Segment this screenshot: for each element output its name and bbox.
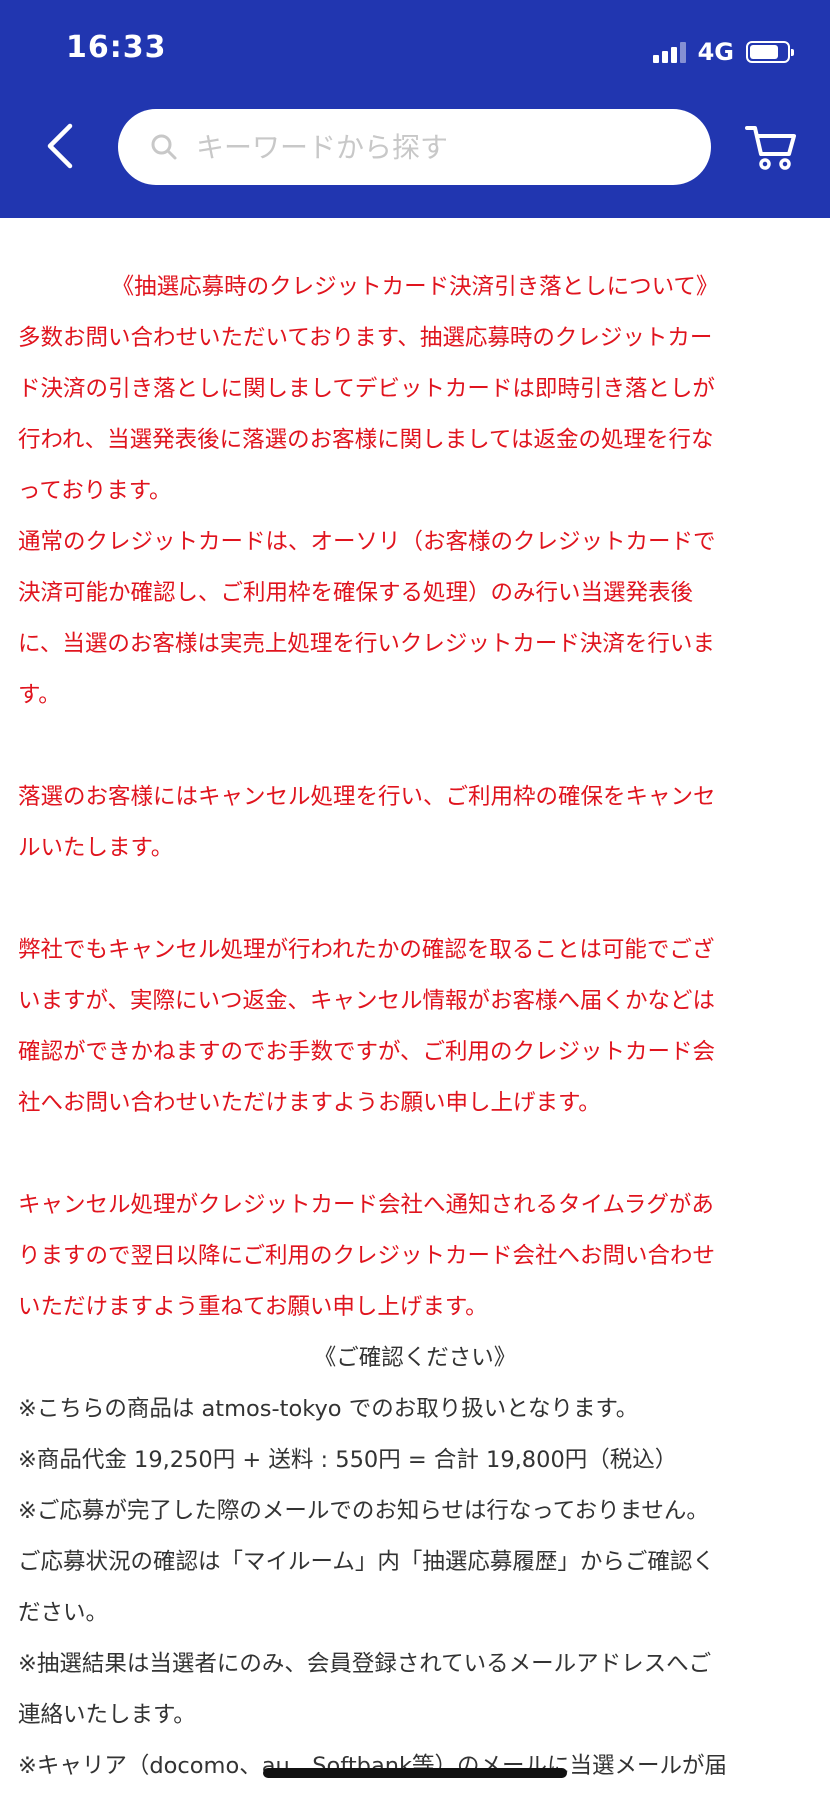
notice-line: ド決済の引き落としに関しましてデビットカードは即時引き落としが [18, 376, 715, 402]
status-time: 16:33 [66, 30, 167, 65]
notice-line: に、当選のお客様は実売上処理を行いクレジットカード決済を行いま [18, 631, 715, 657]
notice-line: 多数お問い合わせいただいております、抽選応募時のクレジットカー [18, 325, 713, 351]
search-icon [151, 134, 177, 160]
product-description: 《抽選応募時のクレジットカード決済引き落としについて》 多数お問い合わせいただい… [18, 262, 812, 1792]
notice-line: っております。 [18, 478, 172, 504]
back-button[interactable] [40, 118, 80, 174]
confirm-line: 連絡いたします。 [18, 1702, 196, 1728]
notice-line: キャンセル処理がクレジットカード会社へ通知されるタイムラグがあ [18, 1192, 714, 1218]
notice-line: ルいたします。 [18, 835, 174, 861]
network-type: 4G [697, 38, 734, 66]
search-bar[interactable] [118, 109, 711, 185]
search-input[interactable] [194, 129, 638, 165]
notice-title: 《抽選応募時のクレジットカード決済引き落としについて》 [111, 274, 719, 300]
notice-line: す。 [18, 682, 61, 708]
notice-line: 決済可能か確認し、ご利用枠を確保する処理）のみ行い当選発表後 [18, 580, 694, 606]
notice-line: 弊社でもキャンセル処理が行われたかの確認を取ることは可能でござ [18, 937, 715, 963]
confirm-line: ※抽選結果は当選者にのみ、会員登録されているメールアドレスへご [18, 1651, 712, 1677]
confirm-line: ※商品代金 19,250円 + 送料 : 550円 = 合計 19,800円（税… [18, 1447, 678, 1473]
status-indicators: 4G [652, 38, 794, 66]
header-bar: 16:33 4G [0, 0, 830, 218]
notice-line: 行われ、当選発表後に落選のお客様に関しましては返金の処理を行な [18, 427, 714, 453]
notice-line: いただけますよう重ねてお願い申し上げます。 [18, 1294, 488, 1320]
confirmation-notes: 《ご確認ください》 ※こちらの商品は atmos-tokyo でのお取り扱いとな… [18, 1333, 812, 1792]
notice-line: りますので翌日以降にご利用のクレジットカード会社へお問い合わせ [18, 1243, 716, 1269]
confirm-line: ※こちらの商品は atmos-tokyo でのお取り扱いとなります。 [18, 1396, 639, 1422]
battery-icon [746, 41, 794, 63]
notice-line: 落選のお客様にはキャンセル処理を行い、ご利用枠の確保をキャンセ [18, 784, 716, 810]
notice-line: 確認ができかねますのでお手数ですが、ご利用のクレジットカード会 [18, 1039, 716, 1065]
app-screen: 16:33 4G キーワードから探す 《抽選応募時のクレジットカード決済引き落と… [0, 0, 830, 1796]
notice-line: 社へお問い合わせいただけますようお願い申し上げます。 [18, 1090, 601, 1116]
confirm-line: ご応募状況の確認は「マイルーム」内「抽選応募履歴」からご確認く [18, 1549, 715, 1575]
cart-icon [745, 126, 796, 170]
chevron-left-icon [47, 123, 73, 169]
signal-strength-icon [652, 41, 686, 63]
confirm-line: ※キャリア（docomo、au、Softbank等）のメールに当選メールが届 [18, 1753, 728, 1779]
cart-button[interactable] [744, 120, 798, 174]
notice-line: 通常のクレジットカードは、オーソリ（お客様のクレジットカードで [18, 529, 716, 555]
confirm-line: ※ご応募が完了した際のメールでのお知らせは行なっておりません。 [18, 1498, 709, 1524]
home-indicator[interactable] [263, 1768, 567, 1778]
confirm-title: 《ご確認ください》 [313, 1345, 517, 1371]
confirm-line: ださい。 [18, 1600, 109, 1626]
notice-line: いますが、実際にいつ返金、キャンセル情報がお客様へ届くかなどは [18, 988, 716, 1014]
lottery-payment-notice: 《抽選応募時のクレジットカード決済引き落としについて》 多数お問い合わせいただい… [18, 262, 812, 1333]
